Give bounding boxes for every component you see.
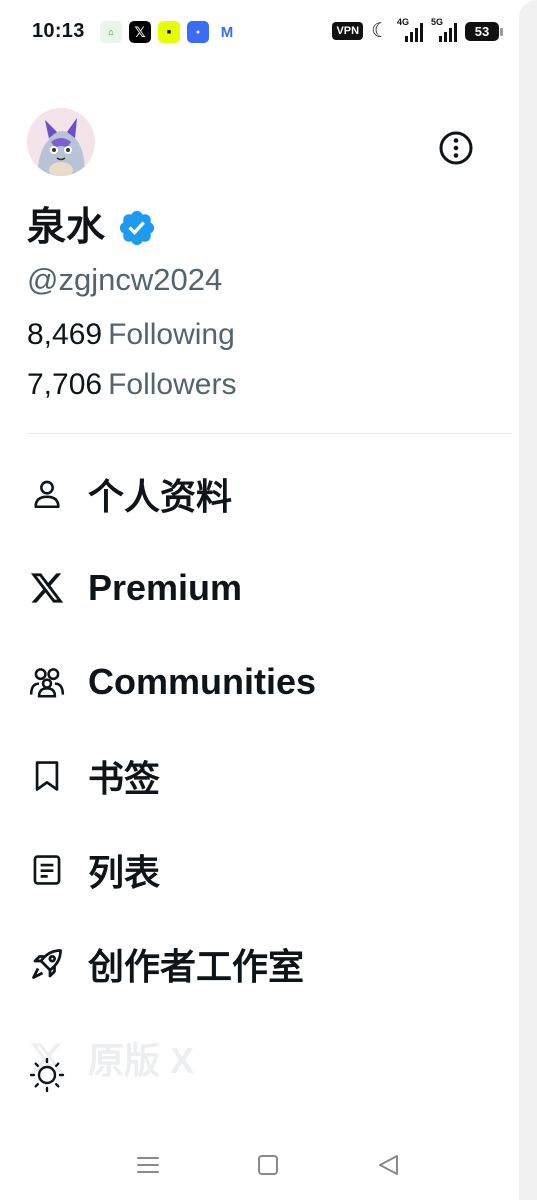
avatar[interactable] — [27, 108, 95, 176]
gmail-icon: M — [220, 23, 234, 41]
home-button[interactable] — [253, 1150, 283, 1180]
menu-item-label: 个人资料 — [88, 476, 233, 517]
following-label: Following — [108, 318, 235, 351]
signal-5g-icon: 5G — [431, 17, 457, 42]
bookmark-icon — [27, 756, 67, 796]
menu-item-communities[interactable]: Communities — [27, 652, 507, 712]
x-app-icon: 𝕏 — [129, 21, 151, 43]
menu-item-label: Premium — [88, 567, 243, 608]
followers-label: Followers — [108, 368, 237, 401]
menu-item-label: 列表 — [88, 852, 161, 893]
list-icon — [27, 850, 67, 890]
menu-item-profile[interactable]: 个人资料 — [27, 464, 507, 524]
recent-apps-button[interactable] — [133, 1150, 163, 1180]
display-name-row: 泉水 — [27, 204, 157, 252]
menu-item-label: 书签 — [88, 758, 161, 799]
status-time: 10:13 — [32, 20, 85, 42]
home-app-icon: ⌂ — [100, 21, 122, 43]
user-handle: @zgjncw2024 — [27, 262, 223, 297]
menu-item-creator-studio[interactable]: 创作者工作室 — [27, 934, 507, 994]
sun-icon — [29, 1057, 65, 1093]
menu-item-label: Communities — [88, 661, 317, 702]
drawer-edge — [519, 0, 537, 1200]
more-vertical-icon — [439, 131, 473, 165]
followers-stat[interactable]: 7,706 Followers — [27, 368, 236, 402]
person-icon — [27, 474, 67, 514]
yellow-app-icon: ■ — [158, 21, 180, 43]
back-button[interactable] — [374, 1150, 404, 1180]
menu-lines-icon — [137, 1157, 159, 1173]
menu-item-bookmarks[interactable]: 书签 — [27, 746, 507, 806]
followers-count: 7,706 — [27, 368, 103, 401]
verified-badge-icon — [119, 210, 155, 246]
divider — [27, 433, 511, 434]
following-stat[interactable]: 8,469 Following — [27, 318, 235, 352]
vpn-badge: VPN — [332, 22, 364, 40]
home-square-icon — [258, 1155, 278, 1175]
system-navigation-bar — [0, 1136, 537, 1192]
notification-icons: ⌂ 𝕏 ■ ● M — [100, 21, 238, 43]
more-options-button[interactable] — [436, 128, 476, 168]
menu-item-lists[interactable]: 列表 — [27, 840, 507, 900]
following-count: 8,469 — [27, 318, 103, 351]
menu-item-label: 创作者工作室 — [88, 946, 305, 987]
communities-icon — [27, 662, 67, 702]
blue-app-icon: ● — [187, 21, 209, 43]
status-right-icons: VPN ☾ 4G 5G 53 — [332, 17, 503, 42]
display-theme-button[interactable] — [27, 1054, 67, 1094]
rocket-icon — [27, 944, 67, 984]
battery-indicator: 53 — [465, 21, 503, 41]
do-not-disturb-icon: ☾ — [371, 20, 389, 42]
signal-4g-icon: 4G — [397, 17, 423, 42]
back-triangle-icon — [379, 1155, 398, 1175]
status-bar: 10:13 ⌂ 𝕏 ■ ● M VPN ☾ 4G 5G 53 — [0, 0, 537, 64]
display-name[interactable]: 泉水 — [27, 204, 105, 252]
menu-item-premium[interactable]: Premium — [27, 558, 507, 618]
menu-item-label: 原版 X — [88, 1040, 195, 1081]
menu-item-original-x[interactable]: 原版 X — [27, 1028, 507, 1088]
x-logo-icon — [27, 568, 67, 608]
